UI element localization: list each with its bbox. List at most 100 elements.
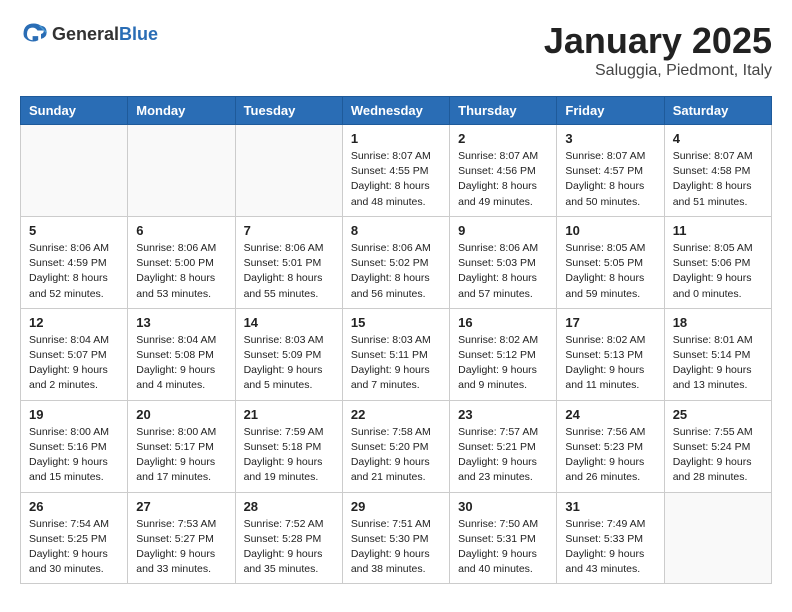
day-info: Sunrise: 7:52 AM Sunset: 5:28 PM Dayligh… bbox=[244, 517, 334, 578]
calendar-cell: 20 Sunrise: 8:00 AM Sunset: 5:17 PM Dayli… bbox=[128, 400, 235, 492]
day-number: 26 bbox=[29, 499, 119, 514]
day-number: 25 bbox=[673, 407, 763, 422]
logo-icon bbox=[20, 20, 48, 48]
day-info: Sunrise: 7:55 AM Sunset: 5:24 PM Dayligh… bbox=[673, 425, 763, 486]
calendar-cell: 2 Sunrise: 8:07 AM Sunset: 4:56 PM Daylig… bbox=[450, 125, 557, 217]
calendar-cell: 7 Sunrise: 8:06 AM Sunset: 5:01 PM Daylig… bbox=[235, 216, 342, 308]
day-number: 30 bbox=[458, 499, 548, 514]
month-title: January 2025 bbox=[544, 20, 772, 62]
logo-general-text: General bbox=[52, 24, 119, 44]
day-info: Sunrise: 8:06 AM Sunset: 5:00 PM Dayligh… bbox=[136, 241, 226, 302]
day-number: 21 bbox=[244, 407, 334, 422]
day-info: Sunrise: 8:06 AM Sunset: 5:03 PM Dayligh… bbox=[458, 241, 548, 302]
calendar-cell: 12 Sunrise: 8:04 AM Sunset: 5:07 PM Dayli… bbox=[21, 308, 128, 400]
calendar-week-row: 1Sunrise: 8:07 AM Sunset: 4:55 PM Daylig… bbox=[21, 125, 772, 217]
logo-blue-text: Blue bbox=[119, 24, 158, 44]
weekday-header-friday: Friday bbox=[557, 97, 664, 125]
calendar-cell bbox=[235, 125, 342, 217]
calendar-cell: 30 Sunrise: 7:50 AM Sunset: 5:31 PM Dayli… bbox=[450, 492, 557, 584]
calendar-cell: 28 Sunrise: 7:52 AM Sunset: 5:28 PM Dayli… bbox=[235, 492, 342, 584]
day-info: Sunrise: 8:03 AM Sunset: 5:09 PM Dayligh… bbox=[244, 333, 334, 394]
day-number: 15 bbox=[351, 315, 441, 330]
day-number: 22 bbox=[351, 407, 441, 422]
day-number: 10 bbox=[565, 223, 655, 238]
calendar-cell: 21 Sunrise: 7:59 AM Sunset: 5:18 PM Dayli… bbox=[235, 400, 342, 492]
weekday-header-sunday: Sunday bbox=[21, 97, 128, 125]
day-number: 23 bbox=[458, 407, 548, 422]
day-number: 3 bbox=[565, 131, 655, 146]
day-info: Sunrise: 8:06 AM Sunset: 5:02 PM Dayligh… bbox=[351, 241, 441, 302]
calendar-cell: 22 Sunrise: 7:58 AM Sunset: 5:20 PM Dayli… bbox=[342, 400, 449, 492]
day-number: 18 bbox=[673, 315, 763, 330]
calendar-cell: 9 Sunrise: 8:06 AM Sunset: 5:03 PM Daylig… bbox=[450, 216, 557, 308]
day-info: Sunrise: 8:00 AM Sunset: 5:17 PM Dayligh… bbox=[136, 425, 226, 486]
day-number: 20 bbox=[136, 407, 226, 422]
calendar-cell: 23Sunrise: 7:57 AM Sunset: 5:21 PM Dayli… bbox=[450, 400, 557, 492]
day-info: Sunrise: 7:59 AM Sunset: 5:18 PM Dayligh… bbox=[244, 425, 334, 486]
calendar-cell: 16Sunrise: 8:02 AM Sunset: 5:12 PM Dayli… bbox=[450, 308, 557, 400]
calendar-table: SundayMondayTuesdayWednesdayThursdayFrid… bbox=[20, 96, 772, 584]
calendar-cell bbox=[664, 492, 771, 584]
day-info: Sunrise: 8:06 AM Sunset: 4:59 PM Dayligh… bbox=[29, 241, 119, 302]
calendar-cell: 6 Sunrise: 8:06 AM Sunset: 5:00 PM Daylig… bbox=[128, 216, 235, 308]
day-info: Sunrise: 8:02 AM Sunset: 5:12 PM Dayligh… bbox=[458, 333, 548, 394]
calendar-week-row: 26 Sunrise: 7:54 AM Sunset: 5:25 PM Dayli… bbox=[21, 492, 772, 584]
day-number: 7 bbox=[244, 223, 334, 238]
day-info: Sunrise: 8:02 AM Sunset: 5:13 PM Dayligh… bbox=[565, 333, 655, 394]
day-info: Sunrise: 7:54 AM Sunset: 5:25 PM Dayligh… bbox=[29, 517, 119, 578]
calendar-cell: 19 Sunrise: 8:00 AM Sunset: 5:16 PM Dayli… bbox=[21, 400, 128, 492]
day-number: 28 bbox=[244, 499, 334, 514]
day-info: Sunrise: 8:00 AM Sunset: 5:16 PM Dayligh… bbox=[29, 425, 119, 486]
day-number: 9 bbox=[458, 223, 548, 238]
day-info: Sunrise: 8:03 AM Sunset: 5:11 PM Dayligh… bbox=[351, 333, 441, 394]
day-number: 13 bbox=[136, 315, 226, 330]
weekday-header-wednesday: Wednesday bbox=[342, 97, 449, 125]
calendar-cell: 17 Sunrise: 8:02 AM Sunset: 5:13 PM Dayli… bbox=[557, 308, 664, 400]
day-number: 8 bbox=[351, 223, 441, 238]
weekday-header-thursday: Thursday bbox=[450, 97, 557, 125]
day-number: 6 bbox=[136, 223, 226, 238]
calendar-cell: 11Sunrise: 8:05 AM Sunset: 5:06 PM Dayli… bbox=[664, 216, 771, 308]
day-info: Sunrise: 7:51 AM Sunset: 5:30 PM Dayligh… bbox=[351, 517, 441, 578]
day-info: Sunrise: 8:06 AM Sunset: 5:01 PM Dayligh… bbox=[244, 241, 334, 302]
calendar-cell: 24Sunrise: 7:56 AM Sunset: 5:23 PM Dayli… bbox=[557, 400, 664, 492]
day-number: 5 bbox=[29, 223, 119, 238]
calendar-cell: 3 Sunrise: 8:07 AM Sunset: 4:57 PM Daylig… bbox=[557, 125, 664, 217]
day-number: 29 bbox=[351, 499, 441, 514]
day-number: 19 bbox=[29, 407, 119, 422]
day-number: 11 bbox=[673, 223, 763, 238]
day-info: Sunrise: 8:07 AM Sunset: 4:57 PM Dayligh… bbox=[565, 149, 655, 210]
calendar-cell: 8 Sunrise: 8:06 AM Sunset: 5:02 PM Daylig… bbox=[342, 216, 449, 308]
calendar-cell: 1Sunrise: 8:07 AM Sunset: 4:55 PM Daylig… bbox=[342, 125, 449, 217]
day-number: 14 bbox=[244, 315, 334, 330]
calendar-week-row: 12 Sunrise: 8:04 AM Sunset: 5:07 PM Dayli… bbox=[21, 308, 772, 400]
day-info: Sunrise: 8:05 AM Sunset: 5:05 PM Dayligh… bbox=[565, 241, 655, 302]
day-info: Sunrise: 8:07 AM Sunset: 4:58 PM Dayligh… bbox=[673, 149, 763, 210]
calendar-cell: 5 Sunrise: 8:06 AM Sunset: 4:59 PM Daylig… bbox=[21, 216, 128, 308]
calendar-cell: 10 Sunrise: 8:05 AM Sunset: 5:05 PM Dayli… bbox=[557, 216, 664, 308]
calendar-week-row: 19 Sunrise: 8:00 AM Sunset: 5:16 PM Dayli… bbox=[21, 400, 772, 492]
day-number: 2 bbox=[458, 131, 548, 146]
day-number: 12 bbox=[29, 315, 119, 330]
calendar-cell: 14 Sunrise: 8:03 AM Sunset: 5:09 PM Dayli… bbox=[235, 308, 342, 400]
weekday-header-monday: Monday bbox=[128, 97, 235, 125]
day-number: 17 bbox=[565, 315, 655, 330]
weekday-header-saturday: Saturday bbox=[664, 97, 771, 125]
calendar-cell: 25 Sunrise: 7:55 AM Sunset: 5:24 PM Dayli… bbox=[664, 400, 771, 492]
day-info: Sunrise: 7:58 AM Sunset: 5:20 PM Dayligh… bbox=[351, 425, 441, 486]
calendar-cell: 4Sunrise: 8:07 AM Sunset: 4:58 PM Daylig… bbox=[664, 125, 771, 217]
calendar-cell: 31Sunrise: 7:49 AM Sunset: 5:33 PM Dayli… bbox=[557, 492, 664, 584]
calendar-cell bbox=[128, 125, 235, 217]
weekday-header-tuesday: Tuesday bbox=[235, 97, 342, 125]
calendar-cell: 18Sunrise: 8:01 AM Sunset: 5:14 PM Dayli… bbox=[664, 308, 771, 400]
day-info: Sunrise: 8:04 AM Sunset: 5:07 PM Dayligh… bbox=[29, 333, 119, 394]
calendar-cell: 27Sunrise: 7:53 AM Sunset: 5:27 PM Dayli… bbox=[128, 492, 235, 584]
calendar-week-row: 5 Sunrise: 8:06 AM Sunset: 4:59 PM Daylig… bbox=[21, 216, 772, 308]
title-area: January 2025 Saluggia, Piedmont, Italy bbox=[544, 20, 772, 80]
day-number: 31 bbox=[565, 499, 655, 514]
day-info: Sunrise: 8:07 AM Sunset: 4:56 PM Dayligh… bbox=[458, 149, 548, 210]
calendar-cell bbox=[21, 125, 128, 217]
day-info: Sunrise: 7:53 AM Sunset: 5:27 PM Dayligh… bbox=[136, 517, 226, 578]
day-info: Sunrise: 7:50 AM Sunset: 5:31 PM Dayligh… bbox=[458, 517, 548, 578]
page-header: GeneralBlue January 2025 Saluggia, Piedm… bbox=[20, 20, 772, 80]
